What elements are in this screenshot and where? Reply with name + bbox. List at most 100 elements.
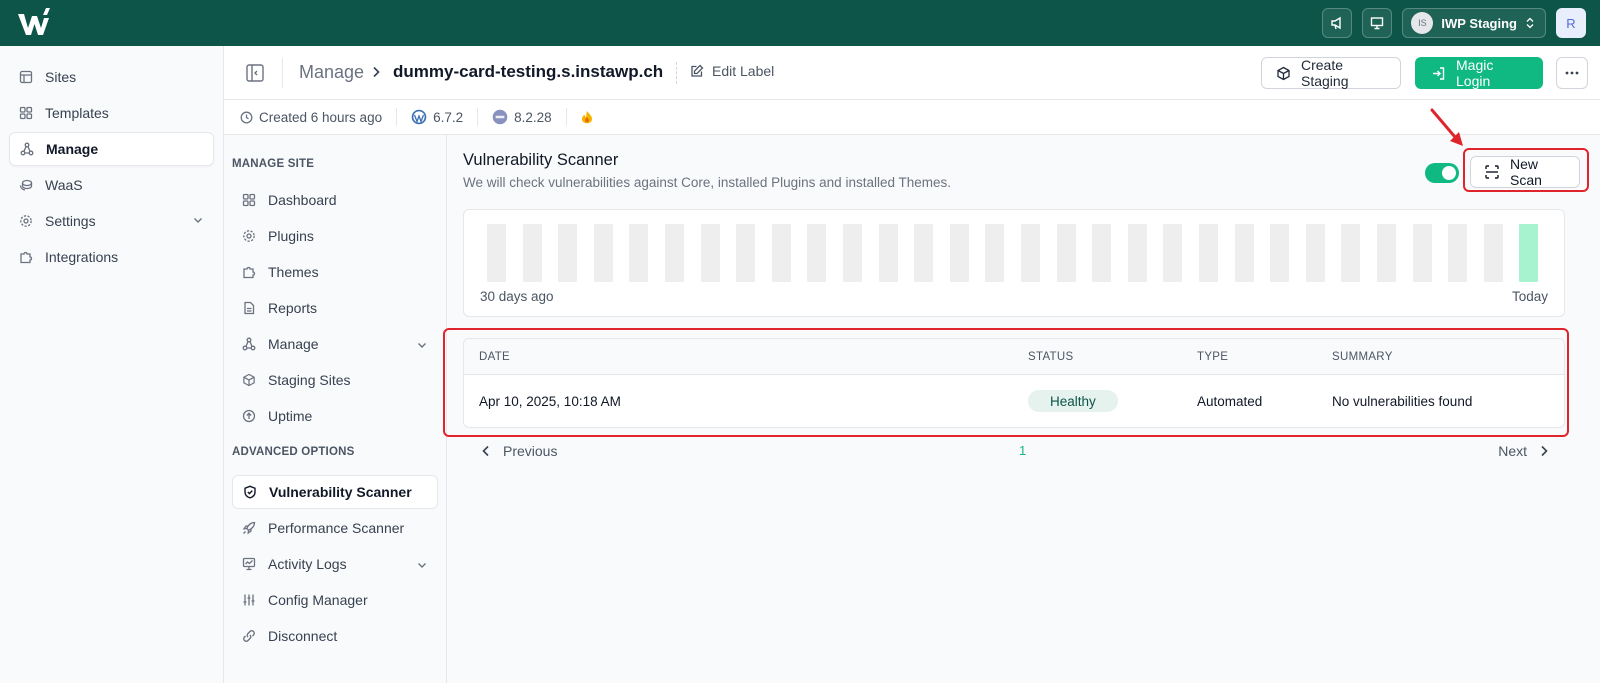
table-header: DATE STATUS TYPE SUMMARY xyxy=(464,339,1564,375)
history-bar-scanned[interactable] xyxy=(1519,224,1539,282)
history-bar-empty[interactable] xyxy=(1483,224,1503,282)
auto-scan-toggle[interactable] xyxy=(1425,163,1459,183)
page-number[interactable]: 1 xyxy=(1019,443,1026,458)
php-version: 8.2.28 xyxy=(514,109,552,125)
gear-icon xyxy=(242,229,256,243)
sidebar-item-manage[interactable]: Manage xyxy=(9,132,214,166)
site-nav-plugins[interactable]: Plugins xyxy=(232,219,438,253)
team-switcher[interactable]: IS IWP Staging xyxy=(1402,8,1546,38)
history-bar-empty[interactable] xyxy=(1163,224,1183,282)
history-bar-empty[interactable] xyxy=(1127,224,1147,282)
w-logo-icon[interactable] xyxy=(16,6,52,38)
main-sidebar: Sites Templates Manage WaaS Settings Int… xyxy=(0,46,224,683)
scan-type: Automated xyxy=(1197,394,1263,409)
next-label: Next xyxy=(1498,443,1527,459)
sidebar-item-sites[interactable]: Sites xyxy=(9,60,214,94)
site-nav-config-manager[interactable]: Config Manager xyxy=(232,583,438,617)
history-bar-empty[interactable] xyxy=(593,224,613,282)
history-end-label: Today xyxy=(1511,289,1548,304)
chevron-down-icon xyxy=(192,214,204,226)
site-nav-themes[interactable]: Themes xyxy=(232,255,438,289)
site-nav-vulnerability-scanner[interactable]: Vulnerability Scanner xyxy=(232,475,438,509)
box-icon xyxy=(242,373,256,387)
puzzle-icon xyxy=(19,250,33,264)
site-nav-label: Themes xyxy=(268,264,319,280)
history-bar-empty[interactable] xyxy=(558,224,578,282)
history-bar-empty[interactable] xyxy=(1412,224,1432,282)
sidebar-toggle-icon[interactable] xyxy=(244,62,266,84)
history-bar-empty[interactable] xyxy=(1199,224,1218,282)
history-bar-empty[interactable] xyxy=(665,224,684,282)
user-avatar[interactable]: R xyxy=(1556,8,1586,38)
wp-version: 6.7.2 xyxy=(433,109,464,125)
sidebar-item-templates[interactable]: Templates xyxy=(9,96,214,130)
site-nav-reports[interactable]: Reports xyxy=(232,291,438,325)
site-nav-staging-sites[interactable]: Staging Sites xyxy=(232,363,438,397)
history-bar-empty[interactable] xyxy=(700,224,720,282)
previous-page-button[interactable]: Previous xyxy=(481,443,557,459)
history-bar-empty[interactable] xyxy=(843,224,862,282)
site-nav-label: Dashboard xyxy=(268,192,337,208)
more-options-button[interactable] xyxy=(1556,57,1588,89)
site-nav-label: Uptime xyxy=(268,408,313,424)
rocket-icon xyxy=(242,521,256,535)
history-bar-empty[interactable] xyxy=(949,224,969,282)
chevron-updown-icon xyxy=(1525,17,1535,29)
site-nav-uptime[interactable]: Uptime xyxy=(232,399,438,433)
presentation-icon[interactable] xyxy=(1362,8,1393,38)
sidebar-item-label: Sites xyxy=(45,69,77,85)
create-staging-label: Create Staging xyxy=(1301,57,1349,89)
history-bar-empty[interactable] xyxy=(487,224,506,282)
history-bar-empty[interactable] xyxy=(985,224,1005,282)
history-bar-empty[interactable] xyxy=(1377,224,1396,282)
sidebar-item-label: Settings xyxy=(45,213,96,229)
history-bar-empty[interactable] xyxy=(522,224,542,282)
sidebar-item-waas[interactable]: WaaS xyxy=(9,168,214,202)
history-bar-empty[interactable] xyxy=(1305,224,1325,282)
edit-label-button[interactable]: Edit Label xyxy=(690,63,774,79)
chevron-right-icon xyxy=(1539,445,1549,457)
column-header-type: TYPE xyxy=(1197,350,1229,363)
new-scan-button[interactable]: New Scan xyxy=(1470,156,1580,188)
section-title-advanced-options: ADVANCED OPTIONS xyxy=(232,446,355,458)
history-bar-empty[interactable] xyxy=(1341,224,1361,282)
shield-icon xyxy=(243,485,257,499)
history-bar-empty[interactable] xyxy=(1056,224,1076,282)
site-nav-manage[interactable]: Manage xyxy=(232,327,438,361)
column-header-summary: SUMMARY xyxy=(1332,350,1393,363)
scan-history-card: 30 days ago Today xyxy=(463,209,1565,317)
site-nav-disconnect[interactable]: Disconnect xyxy=(232,619,438,653)
site-nav-performance-scanner[interactable]: Performance Scanner xyxy=(232,511,438,545)
next-page-button[interactable]: Next xyxy=(1498,443,1549,459)
chevron-down-icon xyxy=(416,339,428,351)
history-bar-empty[interactable] xyxy=(771,224,791,282)
sidebar-item-settings[interactable]: Settings xyxy=(9,204,214,238)
site-nav-label: Reports xyxy=(268,300,318,316)
history-bar-empty[interactable] xyxy=(629,224,649,282)
history-bar-empty[interactable] xyxy=(914,224,934,282)
history-bar-empty[interactable] xyxy=(1448,224,1468,282)
site-nav-activity-logs[interactable]: Activity Logs xyxy=(232,547,438,581)
header-divider xyxy=(282,58,283,88)
header-dashed-divider xyxy=(676,62,677,84)
created-text: Created 6 hours ago xyxy=(259,109,383,125)
grid-icon xyxy=(19,106,33,120)
history-bar-empty[interactable] xyxy=(1234,224,1254,282)
history-bar-empty[interactable] xyxy=(1270,224,1290,282)
edit-label-text: Edit Label xyxy=(712,63,775,79)
table-row[interactable]: Apr 10, 2025, 10:18 AM Healthy Automated… xyxy=(464,375,1564,427)
history-bar-empty[interactable] xyxy=(878,224,898,282)
history-bar-empty[interactable] xyxy=(1021,224,1040,282)
history-bar-empty[interactable] xyxy=(1092,224,1112,282)
megaphone-icon[interactable] xyxy=(1322,8,1353,38)
section-title: Vulnerability Scanner xyxy=(463,151,619,169)
history-bar-empty[interactable] xyxy=(736,224,756,282)
create-staging-button[interactable]: Create Staging xyxy=(1261,57,1401,89)
breadcrumb-manage[interactable]: Manage xyxy=(299,62,364,83)
sidebar-item-label: WaaS xyxy=(45,177,83,193)
site-nav-dashboard[interactable]: Dashboard xyxy=(232,183,438,217)
history-bar-empty[interactable] xyxy=(807,224,827,282)
sidebar-item-label: Integrations xyxy=(45,249,119,265)
magic-login-button[interactable]: Magic Login xyxy=(1415,57,1543,89)
sidebar-item-integrations[interactable]: Integrations xyxy=(9,240,214,274)
